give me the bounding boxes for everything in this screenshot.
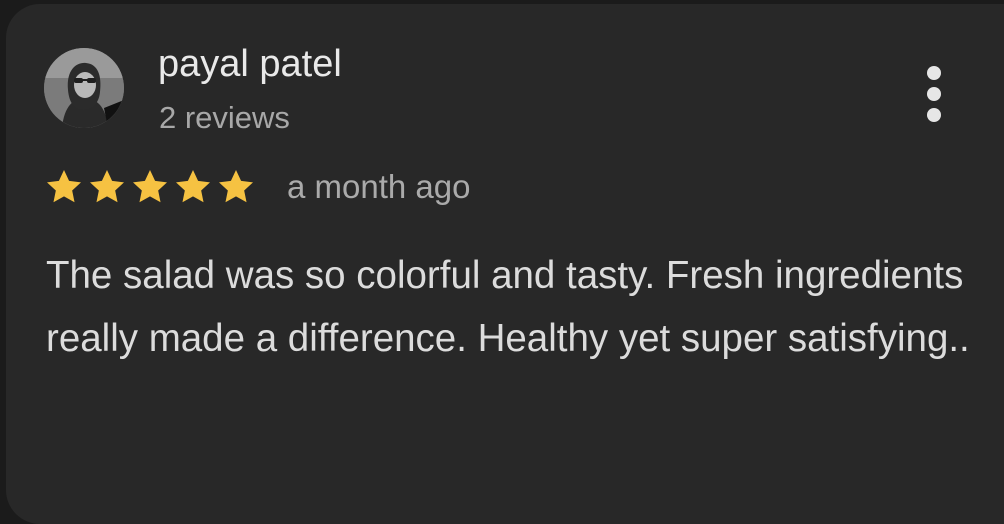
star-icon [173, 167, 213, 207]
review-time: a month ago [287, 168, 471, 205]
reviews-count: 2 reviews [159, 100, 290, 135]
avatar[interactable] [44, 48, 124, 128]
review-text: The salad was so colorful and tasty. Fre… [46, 254, 970, 360]
profile-photo-icon [44, 48, 124, 128]
author-name[interactable]: payal patel [158, 40, 342, 88]
star-icon [216, 167, 256, 207]
star-icon [87, 167, 127, 207]
star-icon [130, 167, 170, 207]
star-icon [44, 167, 84, 207]
rating-row: a month ago [44, 166, 470, 208]
review-card: payal patel 2 reviews a month ago The sa… [6, 4, 1004, 524]
more-options-icon[interactable] [912, 64, 958, 124]
star-rating [44, 167, 259, 207]
